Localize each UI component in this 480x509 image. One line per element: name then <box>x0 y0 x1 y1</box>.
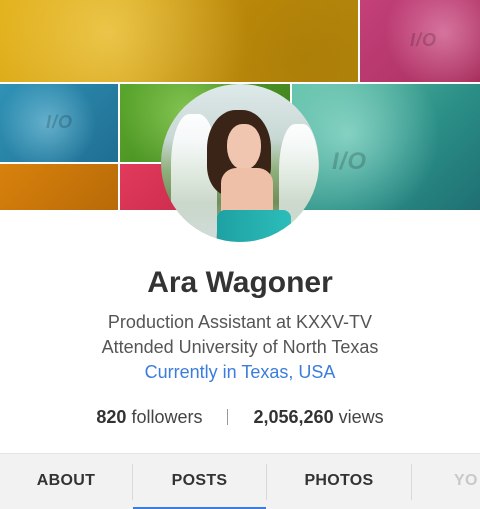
tab-about[interactable]: ABOUT <box>0 454 132 509</box>
views-count: 2,056,260 <box>253 407 334 427</box>
cover-tile-pink: I/O <box>360 0 480 82</box>
tab-youtube-label: YO <box>454 472 478 489</box>
tab-photos[interactable]: PHOTOS <box>267 454 411 509</box>
profile-tab-bar: ABOUT POSTS PHOTOS YO <box>0 453 480 509</box>
avatar-face <box>227 124 261 170</box>
tab-about-label: ABOUT <box>36 472 96 489</box>
profile-location-link[interactable]: Currently in Texas, USA <box>0 362 480 383</box>
followers-stat[interactable]: 820 followers <box>96 407 202 427</box>
views-stat: 2,056,260 views <box>254 407 384 427</box>
cover-tile-teal: I/O <box>292 84 480 210</box>
profile-stats: 820 followers 2,056,260 views <box>0 407 480 428</box>
followers-count: 820 <box>96 407 127 427</box>
profile-name: Ara Wagoner <box>147 266 333 299</box>
tab-posts-label: POSTS <box>171 472 228 489</box>
views-label: views <box>338 407 384 427</box>
io-logo-mark: I/O <box>332 148 368 175</box>
tab-youtube-partial[interactable]: YO <box>412 454 480 509</box>
followers-label: followers <box>131 407 203 427</box>
tab-posts[interactable]: POSTS <box>133 454 266 509</box>
io-logo-mark: I/O <box>410 30 438 50</box>
tab-photos-label: PHOTOS <box>304 472 374 489</box>
cover-tile-orange <box>0 164 118 210</box>
profile-education: Attended University of North Texas <box>101 337 379 357</box>
cover-tile-blue: I/O <box>0 84 118 162</box>
profile-occupation: Production Assistant at KXXV-TV <box>107 312 373 332</box>
profile-avatar[interactable] <box>161 84 319 242</box>
avatar-dress <box>217 210 291 242</box>
stats-divider <box>227 409 229 425</box>
cover-tile-yellow <box>0 0 358 82</box>
io-logo-mark: I/O <box>46 112 74 132</box>
